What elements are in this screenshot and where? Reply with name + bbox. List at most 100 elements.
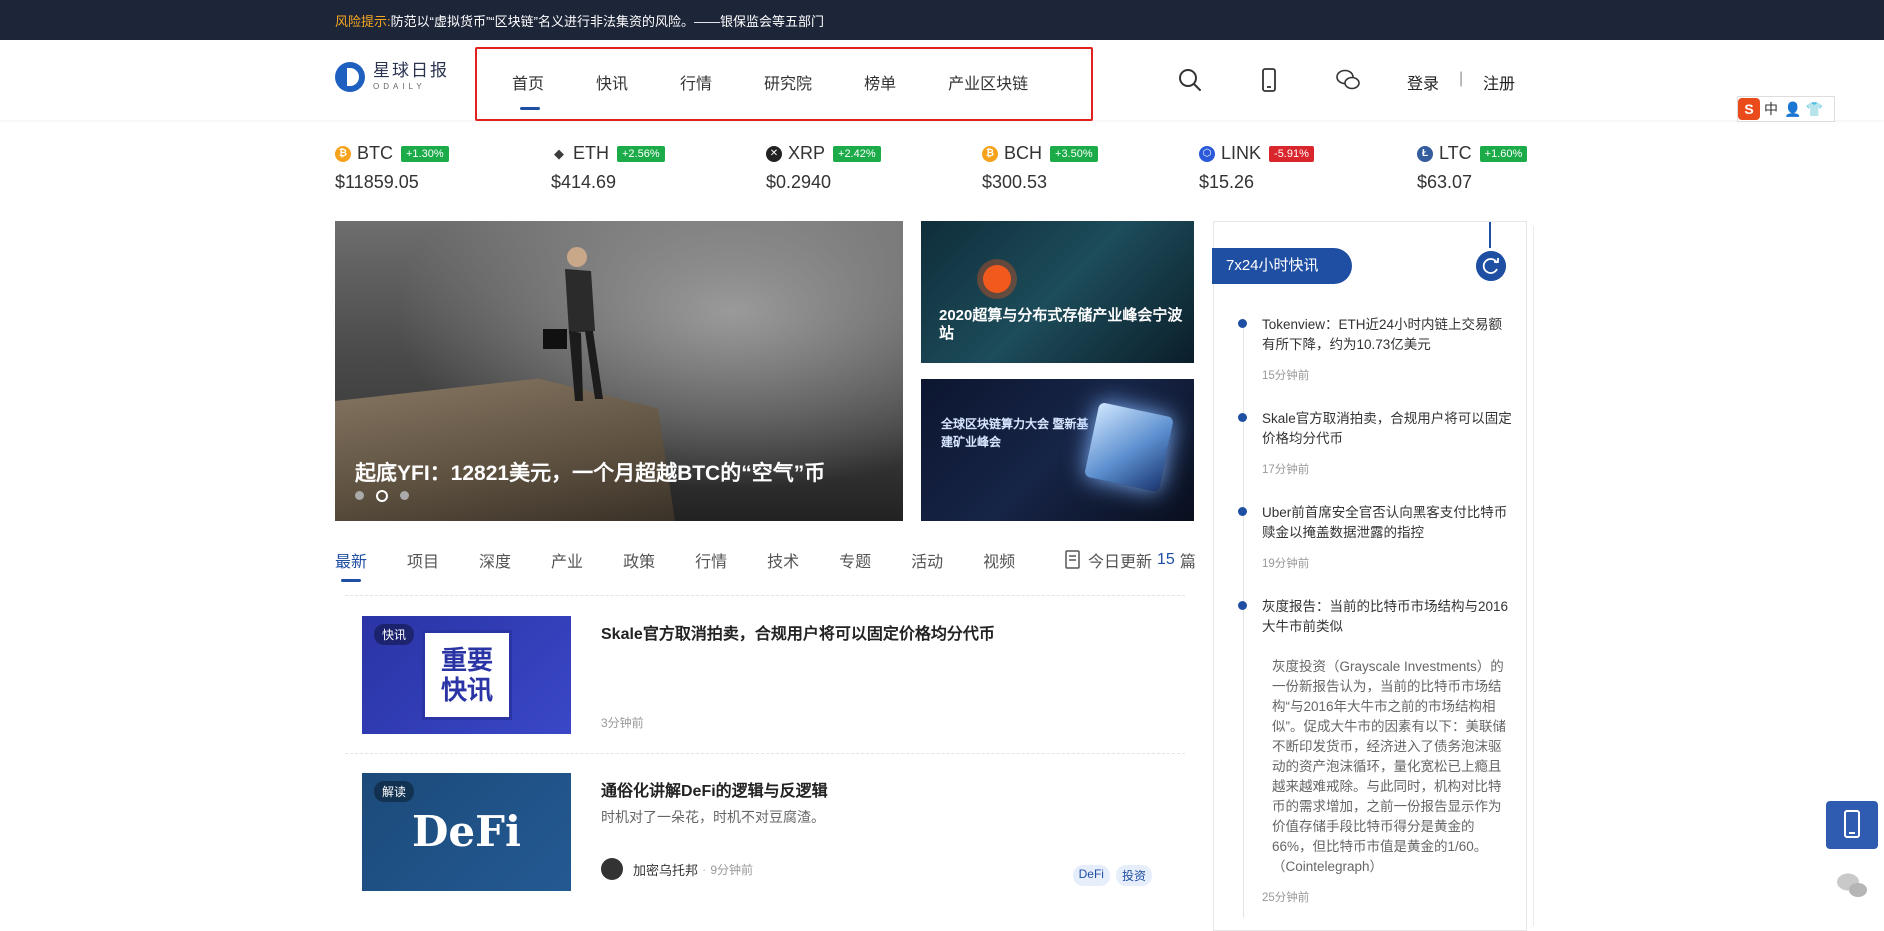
site-header: 星球日报 ODAILY 首页 快讯 行情 研究院 榜单 产业区块链 登录 | 注… (0, 40, 1884, 121)
tab-events[interactable]: 活动 (911, 548, 943, 572)
refresh-icon[interactable] (1476, 251, 1506, 281)
article-thumbnail[interactable]: 重要 快讯 快讯 (362, 616, 571, 734)
article-tags: DeFi 投资 (1067, 865, 1152, 886)
nav-item-flash[interactable]: 快讯 (596, 70, 628, 94)
flash-panel-title[interactable]: 7x24小时快讯 (1212, 248, 1352, 284)
ticker-price: $11859.05 (335, 172, 419, 192)
site-logo[interactable]: 星球日报 ODAILY (335, 62, 449, 92)
carousel-dot-3[interactable] (400, 491, 409, 500)
flash-item-title: Tokenview：ETH近24小时内链上交易额有所下降，约为10.73亿美元 (1262, 317, 1503, 352)
tab-topics[interactable]: 专题 (839, 548, 871, 572)
tab-market[interactable]: 行情 (695, 548, 727, 572)
article-author[interactable]: 加密乌托邦 · 9分钟前 (601, 858, 753, 880)
ticker-change: -5.91% (1269, 145, 1314, 162)
register-link[interactable]: 注册 (1483, 70, 1515, 94)
tab-depth[interactable]: 深度 (479, 548, 511, 572)
list-divider (345, 595, 1185, 596)
float-wechat-button[interactable] (1826, 862, 1878, 910)
ticker-bch[interactable]: ₿ BCH +3.50% $300.53 (982, 143, 1098, 193)
ticker-symbol: BCH (1004, 143, 1043, 163)
tab-latest[interactable]: 最新 (335, 548, 367, 582)
flash-item-title: Skale官方取消拍卖，合规用户将可以固定价格均分代币 (1262, 411, 1512, 446)
flash-item-time: 19分钟前 (1262, 558, 1310, 570)
ticker-ltc[interactable]: Ł LTC +1.60% $63.07 (1417, 143, 1528, 193)
nav-item-home[interactable]: 首页 (512, 70, 544, 110)
hero-businessman-figure (543, 247, 603, 401)
tab-video[interactable]: 视频 (983, 548, 1015, 572)
nav-item-research[interactable]: 研究院 (764, 70, 812, 94)
logo-text: 星球日报 ODAILY (373, 63, 449, 91)
ticker-price: $300.53 (982, 172, 1048, 192)
login-link[interactable]: 登录 (1407, 70, 1439, 94)
avatar (601, 858, 623, 880)
article-thumbnail[interactable]: DeFi 解读 (362, 773, 571, 891)
xrp-icon: ✕ (766, 145, 782, 162)
thumbnail-text: 重要 快讯 (422, 630, 512, 720)
wechat-icon[interactable] (1335, 67, 1361, 93)
thumbnail-text: DeFi (412, 807, 521, 856)
tab-industry[interactable]: 产业 (551, 548, 583, 572)
ime-user-icon: 👤 (1784, 100, 1802, 117)
search-icon[interactable] (1177, 67, 1203, 93)
tag-chip[interactable]: 投资 (1115, 865, 1152, 886)
article-title[interactable]: Skale官方取消拍卖，合规用户将可以固定价格均分代币 (601, 620, 995, 644)
nav-item-industry-blockchain[interactable]: 产业区块链 (948, 70, 1028, 94)
nav-item-market[interactable]: 行情 (680, 70, 712, 94)
carousel-dot-2[interactable] (376, 490, 388, 502)
hero-title[interactable]: 起底YFI：12821美元，一个月超越BTC的“空气”币 (355, 457, 825, 487)
ticker-btc[interactable]: ₿ BTC +1.30% $11859.05 (335, 143, 449, 193)
article-tag: 解读 (374, 781, 415, 802)
flash-item[interactable]: Skale官方取消拍卖，合规用户将可以固定价格均分代币 17分钟前 (1238, 409, 1512, 477)
promo-card-supercomputing[interactable]: 2020超算与分布式存储产业峰会宁波站 (921, 221, 1194, 363)
carousel-dot-1[interactable] (355, 491, 364, 500)
flash-panel-shadow (1527, 226, 1534, 926)
ticker-eth[interactable]: ◆ ETH +2.56% $414.69 (551, 143, 665, 193)
flash-item-expanded[interactable]: 灰度报告：当前的比特币市场结构与2016大牛市前类似 灰度投资（Grayscal… (1238, 597, 1512, 905)
flash-connector-line (1489, 222, 1491, 248)
risk-text: 防范以“虚拟货币”“区块链”名义进行非法集资的风险。——银保监会等五部门 (390, 14, 824, 29)
auth-separator: | (1459, 70, 1464, 87)
flash-item-time: 15分钟前 (1262, 370, 1310, 382)
ticker-price: $414.69 (551, 172, 617, 192)
article-item[interactable]: 重要 快讯 快讯 Skale官方取消拍卖，合规用户将可以固定价格均分代币 3分钟… (362, 616, 1182, 734)
mobile-phone-icon (1844, 810, 1860, 838)
article-time: 9分钟前 (710, 862, 754, 877)
article-time: 3分钟前 (601, 716, 644, 730)
ticker-price: $15.26 (1199, 172, 1255, 192)
ticker-symbol: LINK (1221, 143, 1262, 163)
ticker-change: +3.50% (1050, 145, 1098, 162)
article-summary: 时机对了一朵花，时机不对豆腐渣。 (601, 809, 825, 825)
ticker-price: $63.07 (1417, 172, 1473, 192)
ticker-link[interactable]: ⬡ LINK -5.91% $15.26 (1199, 143, 1314, 193)
tab-policy[interactable]: 政策 (623, 548, 655, 572)
main-nav: 首页 快讯 行情 研究院 榜单 产业区块链 (512, 70, 1080, 110)
hero-carousel[interactable]: 起底YFI：12821美元，一个月超越BTC的“空气”币 (335, 221, 903, 521)
flash-item[interactable]: Uber前首席安全官否认向黑客支付比特币赎金以掩盖数据泄露的指控 19分钟前 (1238, 503, 1512, 571)
float-mobile-button[interactable] (1826, 801, 1878, 849)
meta-separator: · (702, 861, 707, 877)
nav-item-rankings[interactable]: 榜单 (864, 70, 896, 94)
ime-toolbar[interactable]: S 中 👤 👕 (1737, 96, 1835, 122)
tab-projects[interactable]: 项目 (407, 548, 439, 572)
promo-card-title: 2020超算与分布式存储产业峰会宁波站 (939, 307, 1183, 342)
risk-warning: 风险提示:防范以“虚拟货币”“区块链”名义进行非法集资的风险。——银保监会等五部… (335, 11, 824, 30)
logo-mark-icon (335, 62, 365, 92)
ticker-change: +2.56% (617, 145, 665, 162)
article-title[interactable]: 通俗化讲解DeFi的逻辑与反逻辑 (601, 777, 828, 801)
document-icon (1065, 550, 1080, 569)
ticker-symbol: ETH (573, 143, 609, 163)
promo-card-mining-summit[interactable]: 全球区块链算力大会 暨新基建矿业峰会 (921, 379, 1194, 521)
ticker-xrp[interactable]: ✕ XRP +2.42% $0.2940 (766, 143, 881, 193)
article-item[interactable]: DeFi 解读 通俗化讲解DeFi的逻辑与反逻辑 时机对了一朵花，时机不对豆腐渣… (362, 773, 1182, 891)
tab-tech[interactable]: 技术 (767, 548, 799, 572)
promo-card-title: 全球区块链算力大会 暨新基建矿业峰会 (941, 417, 1089, 449)
tag-chip[interactable]: DeFi (1072, 865, 1110, 886)
sogou-s-icon: S (1738, 98, 1760, 120)
mobile-phone-icon[interactable] (1256, 67, 1282, 93)
flash-item-time: 25分钟前 (1262, 892, 1310, 904)
flash-item[interactable]: Tokenview：ETH近24小时内链上交易额有所下降，约为10.73亿美元 … (1238, 315, 1512, 383)
flash-item-body: 灰度投资（Grayscale Investments）的一份新报告认为，当前的比… (1272, 659, 1506, 874)
flash-item-title: Uber前首席安全官否认向黑客支付比特币赎金以掩盖数据泄露的指控 (1262, 505, 1508, 540)
flash-item-title: 灰度报告：当前的比特币市场结构与2016大牛市前类似 (1262, 599, 1509, 634)
ticker-change: +1.60% (1479, 145, 1528, 162)
